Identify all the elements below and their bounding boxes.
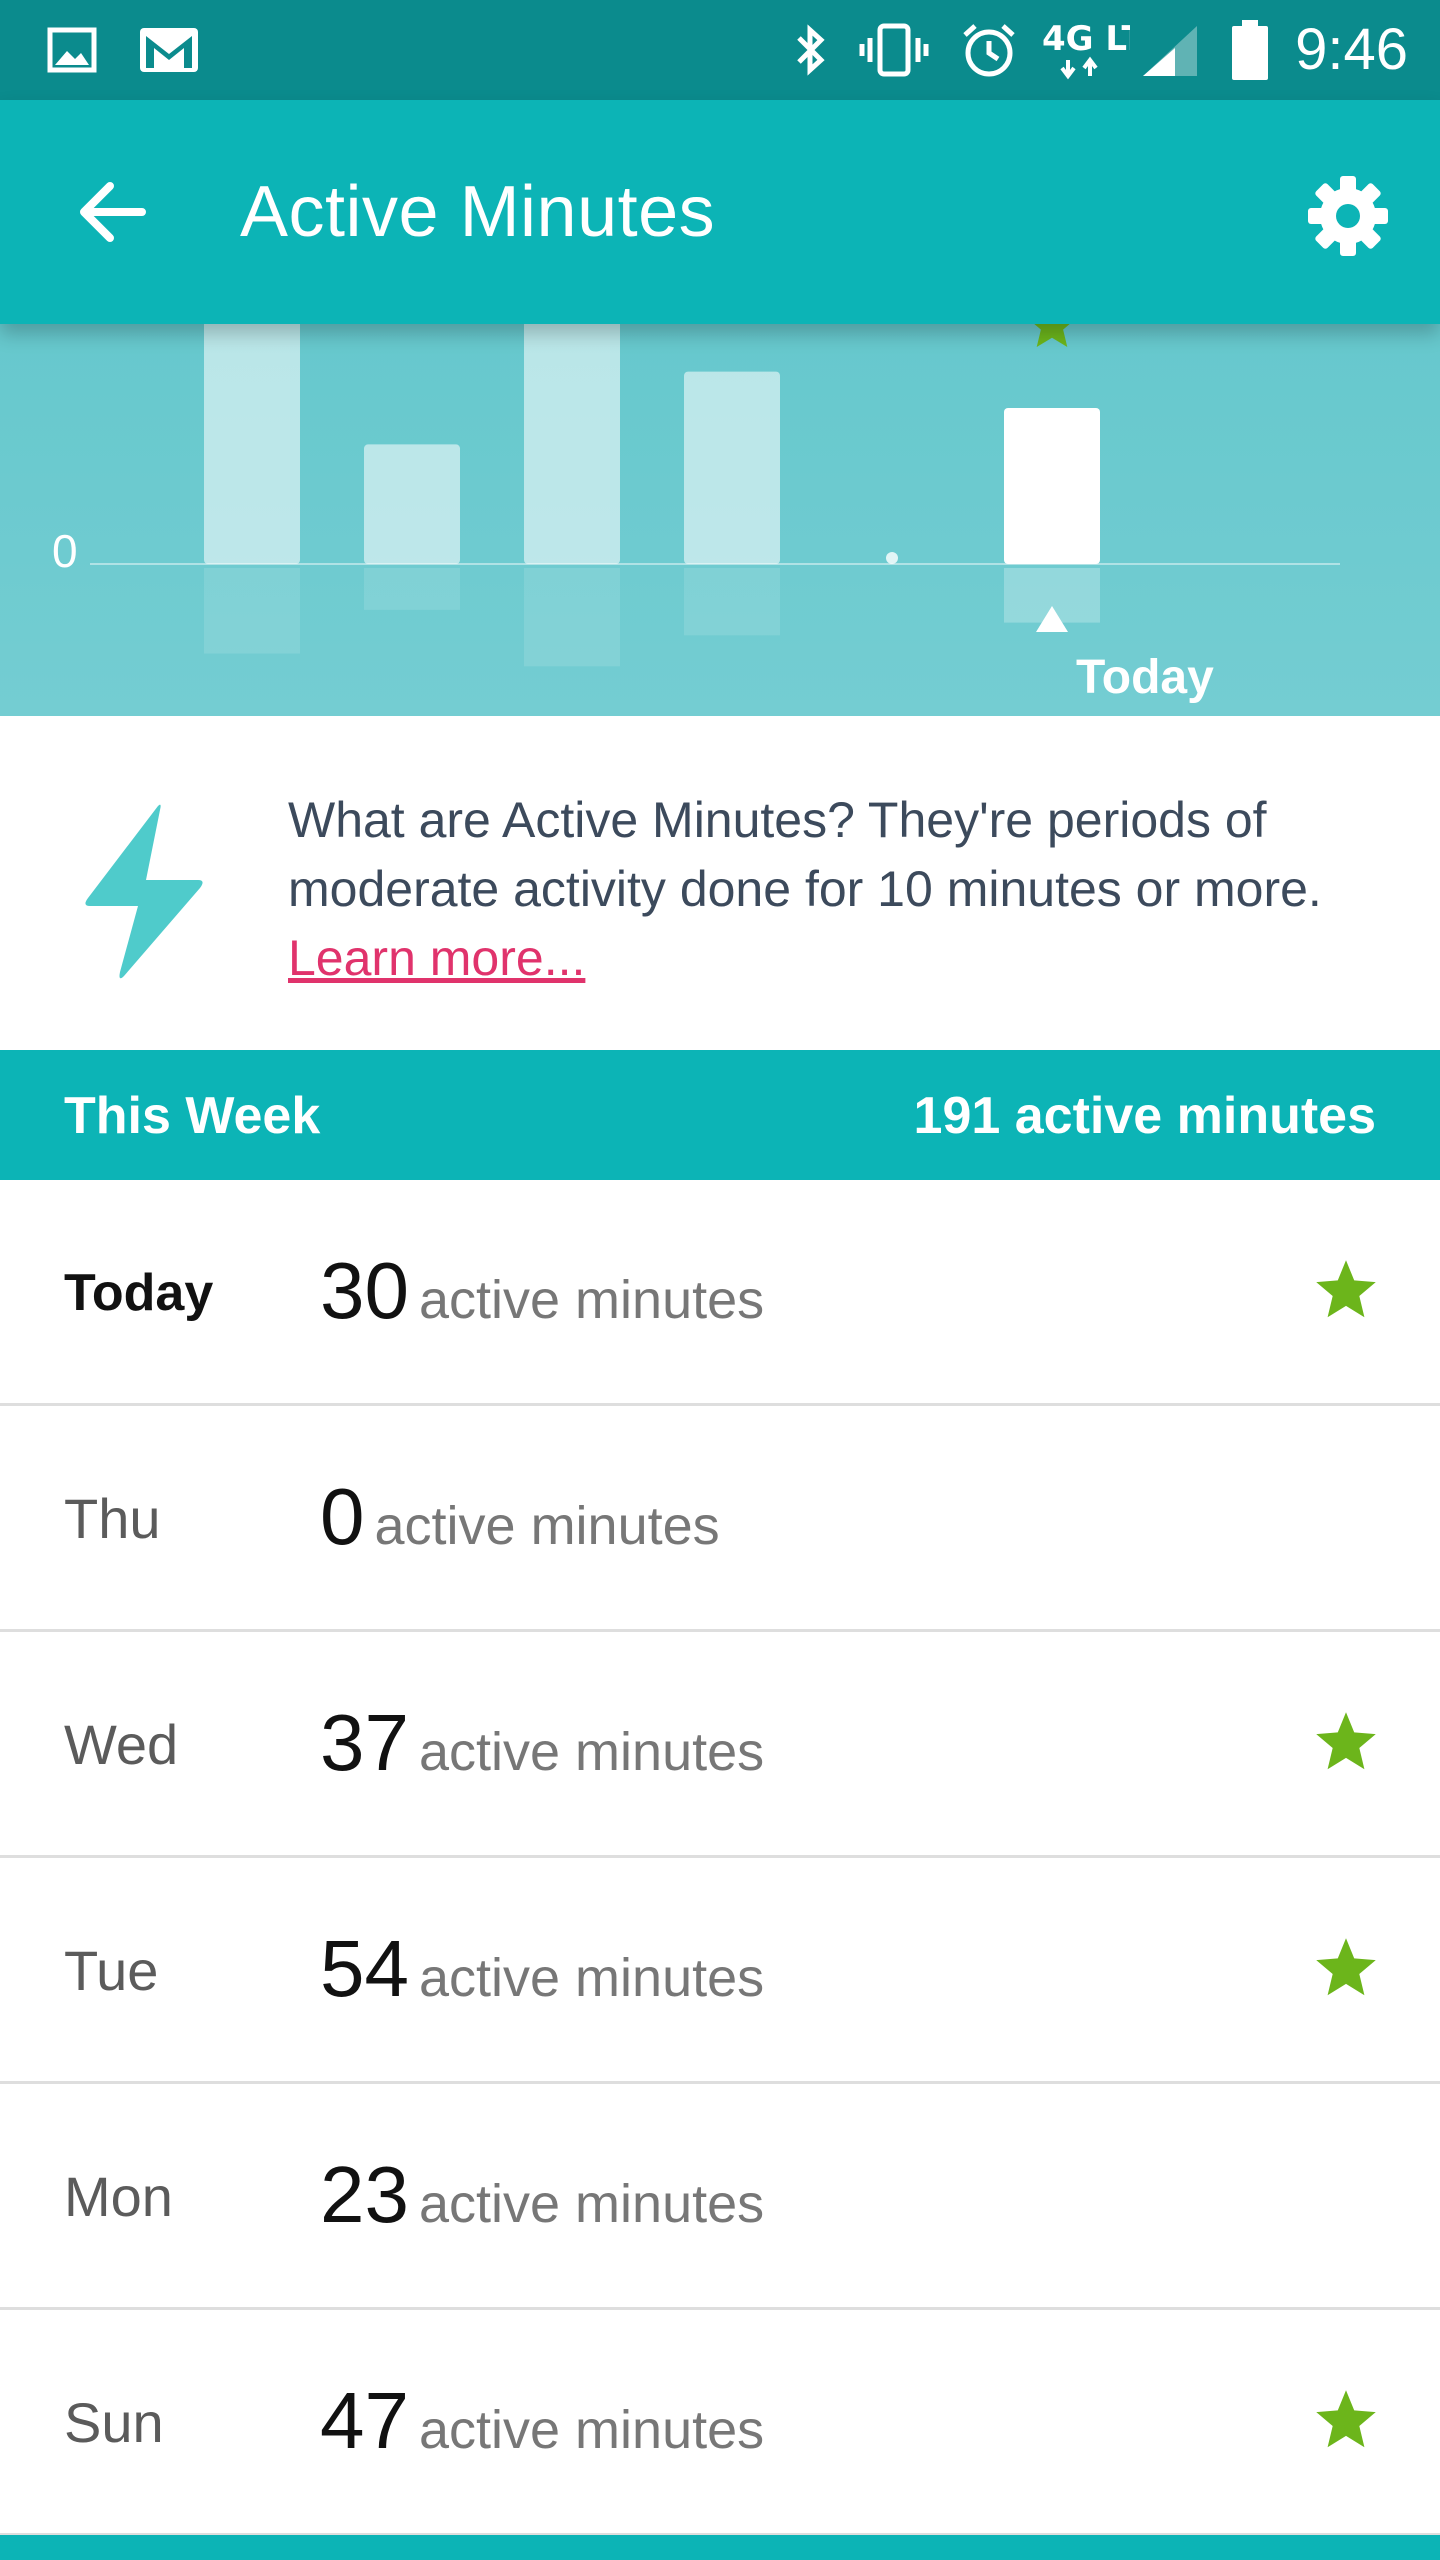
bar-today[interactable]	[1004, 408, 1100, 564]
lightning-bolt-icon	[85, 804, 203, 979]
day-unit: active minutes	[418, 2174, 765, 2234]
y-axis-zero-label: 0	[52, 525, 78, 577]
list-item[interactable]: Sun 47 active minutes	[0, 2310, 1440, 2536]
day-value: 54	[320, 1924, 409, 2013]
info-text: What are Active Minutes? They're periods…	[288, 786, 1398, 993]
star-icon	[1316, 2390, 1376, 2448]
signal-icon	[1136, 22, 1202, 78]
day-list: Today 30 active minutes Thu 0 active minut…	[0, 1180, 1440, 2536]
bar-reflection-wed	[684, 568, 780, 636]
bar-thu[interactable]	[886, 552, 898, 564]
list-item[interactable]: Tue 54 active minutes	[0, 1858, 1440, 2084]
bluetooth-icon	[786, 22, 836, 78]
bar-reflection-sun	[204, 568, 300, 654]
day-value: 30	[320, 1246, 409, 1335]
alarm-icon	[958, 22, 1020, 78]
app-bar: Active Minutes	[0, 100, 1440, 324]
day-label: Mon	[64, 2165, 173, 2228]
star-icon	[1316, 1712, 1376, 1770]
day-value: 0	[320, 1472, 365, 1561]
day-amount: 47 active minutes	[320, 2376, 764, 2489]
week-label: This Week	[64, 1087, 321, 1145]
bar-sun[interactable]	[204, 324, 300, 564]
bar-tue[interactable]	[524, 324, 620, 564]
selected-day-label: Today	[1076, 651, 1214, 704]
list-item[interactable]: Thu 0 active minutes	[0, 1406, 1440, 1632]
day-label: Thu	[64, 1487, 161, 1550]
arrow-back-icon[interactable]	[62, 172, 162, 252]
day-amount: 23 active minutes	[320, 2150, 764, 2263]
week-total: 191 active minutes	[913, 1087, 1376, 1145]
day-unit: active minutes	[418, 1270, 765, 1330]
day-label: Tue	[64, 1939, 159, 2002]
network-4g-icon: 4G LTE	[1040, 19, 1130, 80]
day-value: 47	[320, 2376, 409, 2465]
day-label: Sun	[64, 2391, 164, 2454]
image-icon	[42, 22, 102, 78]
day-amount: 30 active minutes	[320, 1246, 764, 1359]
vibrate-icon	[856, 22, 932, 78]
bottom-bar	[0, 2535, 1440, 2560]
list-item[interactable]: Wed 37 active minutes	[0, 1632, 1440, 1858]
list-item[interactable]: Today 30 active minutes	[0, 1180, 1440, 1406]
day-label: Wed	[64, 1713, 179, 1776]
bar-reflection-mon	[364, 568, 460, 610]
day-amount: 54 active minutes	[320, 1924, 764, 2037]
day-amount: 0 active minutes	[320, 1472, 720, 1585]
day-unit: active minutes	[418, 1948, 765, 2008]
info-card: What are Active Minutes? They're periods…	[0, 716, 1440, 1050]
battery-icon	[1222, 20, 1278, 80]
day-unit: active minutes	[374, 1496, 720, 1556]
bar-mon[interactable]	[364, 444, 460, 564]
gear-icon[interactable]	[1300, 168, 1396, 264]
day-amount: 37 active minutes	[320, 1698, 764, 1811]
page-title: Active Minutes	[240, 172, 716, 252]
star-icon	[1316, 1260, 1376, 1318]
clock: 9:46	[1295, 17, 1408, 82]
goal-star-icon	[1034, 324, 1070, 347]
bar-chart	[90, 324, 1340, 667]
day-value: 37	[320, 1698, 409, 1787]
gmail-icon	[136, 22, 202, 78]
active-minutes-chart[interactable]: 0 Today	[0, 324, 1440, 716]
info-description: What are Active Minutes? They're periods…	[288, 792, 1322, 917]
bar-wed[interactable]	[684, 371, 780, 564]
list-item[interactable]: Mon 23 active minutes	[0, 2084, 1440, 2310]
learn-more-link[interactable]: Learn more...	[288, 930, 585, 986]
day-unit: active minutes	[418, 1722, 765, 1782]
day-unit: active minutes	[418, 2400, 765, 2460]
week-summary-header: This Week 191 active minutes	[0, 1050, 1440, 1180]
star-icon	[1316, 1938, 1376, 1996]
day-value: 23	[320, 2150, 409, 2239]
network-label: 4G LTE	[1042, 19, 1130, 59]
bar-reflection-tue	[524, 568, 620, 667]
status-bar: 4G LTE 9:46	[0, 0, 1440, 100]
day-label: Today	[64, 1264, 214, 1322]
